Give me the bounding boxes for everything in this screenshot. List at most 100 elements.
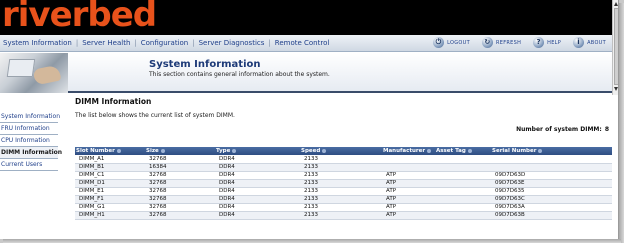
nav-server-health[interactable]: Server Health	[82, 39, 130, 47]
sort-icon[interactable]	[322, 148, 327, 153]
laptop-screen-graphic	[6, 59, 36, 77]
sort-icon[interactable]	[467, 148, 472, 153]
dimm-count: Number of system DIMM: 8	[516, 126, 609, 133]
sidebar-item-cpu-information[interactable]: CPU Information	[0, 135, 58, 147]
cell-asset-tag	[435, 171, 491, 180]
window-shadow	[3, 239, 621, 243]
dimm-table: Slot Number Size Type Speed Manufacturer…	[75, 147, 612, 220]
help-label: HELP	[547, 39, 562, 46]
nav-system-information[interactable]: System Information	[3, 39, 72, 47]
cell-speed: 2133	[300, 203, 382, 212]
cell-speed: 2133	[300, 171, 382, 180]
about-button[interactable]: i ABOUT	[573, 37, 606, 48]
cell-manufacturer: ATP	[382, 179, 435, 188]
cell-serial-number: 09D7D635	[491, 187, 612, 196]
table-row: DIMM_B1 16384 DDR4 2133	[75, 163, 612, 172]
about-label: ABOUT	[587, 39, 606, 46]
sidebar-item-dimm-information[interactable]: DIMM Information	[0, 147, 62, 159]
header-photo	[0, 53, 68, 93]
window-shadow	[619, 3, 624, 243]
cell-type: DDR4	[215, 171, 300, 180]
cell-manufacturer: ATP	[382, 195, 435, 204]
section-description: The list below shows the current list of…	[75, 112, 235, 119]
cell-size: 32768	[145, 187, 215, 196]
cell-manufacturer	[382, 163, 435, 172]
cell-slot-number: DIMM_H1	[75, 211, 145, 220]
scroll-up-arrow-icon[interactable]	[614, 2, 618, 6]
nav-separator: |	[192, 39, 195, 47]
brand-bar: riverbed	[0, 0, 618, 35]
nav-remote-control[interactable]: Remote Control	[275, 39, 330, 47]
table-row: DIMM_F1 32768 DDR4 2133 ATP 09D7D63C	[75, 195, 612, 204]
cell-type: DDR4	[215, 211, 300, 220]
sort-icon[interactable]	[116, 148, 121, 153]
column-header-slot-number[interactable]: Slot Number	[75, 147, 145, 155]
refresh-button[interactable]: ↻ REFRESH	[481, 37, 521, 48]
sidebar-item-fru-information[interactable]: FRU Information	[0, 123, 58, 135]
cell-manufacturer: ATP	[382, 211, 435, 220]
cell-slot-number: DIMM_A1	[75, 155, 145, 164]
cell-serial-number	[491, 163, 612, 172]
cell-manufacturer: ATP	[382, 187, 435, 196]
cell-asset-tag	[435, 203, 491, 212]
scroll-down-arrow-icon[interactable]	[614, 87, 618, 91]
about-icon: i	[573, 37, 585, 48]
table-row: DIMM_A1 32768 DDR4 2133	[75, 155, 612, 164]
cell-speed: 2133	[300, 187, 382, 196]
cell-asset-tag	[435, 187, 491, 196]
cell-size: 32768	[145, 195, 215, 204]
column-label: Serial Number	[492, 148, 537, 154]
nav-server-diagnostics[interactable]: Server Diagnostics	[199, 39, 265, 47]
column-header-serial-number[interactable]: Serial Number	[491, 147, 612, 155]
main-menu: System Information | Server Health | Con…	[3, 39, 329, 47]
cell-size: 32768	[145, 203, 215, 212]
cell-speed: 2133	[300, 211, 382, 220]
cell-slot-number: DIMM_E1	[75, 187, 145, 196]
sort-icon[interactable]	[232, 148, 237, 153]
column-label: Speed	[301, 148, 321, 154]
table-header-row: Slot Number Size Type Speed Manufacturer…	[75, 147, 612, 155]
logout-button[interactable]: ⏻ LOGOUT	[433, 37, 470, 48]
cell-serial-number: 09D7D63E	[491, 179, 612, 188]
cell-asset-tag	[435, 211, 491, 220]
cell-type: DDR4	[215, 203, 300, 212]
column-header-manufacturer[interactable]: Manufacturer	[382, 147, 435, 155]
cell-slot-number: DIMM_B1	[75, 163, 145, 172]
cell-serial-number: 09D7D63D	[491, 171, 612, 180]
column-header-asset-tag[interactable]: Asset Tag	[435, 147, 491, 155]
column-label: Size	[146, 148, 159, 154]
nav-configuration[interactable]: Configuration	[141, 39, 188, 47]
cell-type: DDR4	[215, 179, 300, 188]
cell-speed: 2133	[300, 195, 382, 204]
logout-label: LOGOUT	[447, 39, 470, 46]
page-description: This section contains general informatio…	[149, 71, 330, 78]
column-header-type[interactable]: Type	[215, 147, 300, 155]
frame-scrollbar[interactable]	[612, 0, 618, 95]
table-row: DIMM_D1 32768 DDR4 2133 ATP 09D7D63E	[75, 179, 612, 188]
top-nav: System Information | Server Health | Con…	[0, 35, 612, 52]
column-header-speed[interactable]: Speed	[300, 147, 382, 155]
cell-type: DDR4	[215, 155, 300, 164]
cell-size: 32768	[145, 155, 215, 164]
hand-graphic	[32, 64, 62, 86]
sort-icon[interactable]	[160, 148, 165, 153]
browser-window: riverbed System Information | Server Hea…	[0, 0, 619, 239]
sidebar-item-current-users[interactable]: Current Users	[0, 159, 58, 171]
cell-manufacturer	[382, 155, 435, 164]
cell-serial-number	[491, 155, 612, 164]
cell-size: 16384	[145, 163, 215, 172]
table-row: DIMM_C1 32768 DDR4 2133 ATP 09D7D63D	[75, 171, 612, 180]
sidebar-item-system-information[interactable]: System Information	[0, 111, 60, 123]
sort-icon[interactable]	[538, 148, 543, 153]
utility-links: ⏻ LOGOUT ↻ REFRESH ? HELP i ABOUT	[433, 37, 606, 48]
help-button[interactable]: ? HELP	[533, 37, 561, 48]
logout-icon: ⏻	[433, 37, 445, 48]
cell-manufacturer: ATP	[382, 203, 435, 212]
table-row: DIMM_E1 32768 DDR4 2133 ATP 09D7D635	[75, 187, 612, 196]
column-label: Type	[216, 148, 231, 154]
cell-slot-number: DIMM_C1	[75, 171, 145, 180]
column-label: Manufacturer	[383, 148, 426, 154]
sort-icon[interactable]	[427, 148, 432, 153]
cell-manufacturer: ATP	[382, 171, 435, 180]
column-header-size[interactable]: Size	[145, 147, 215, 155]
